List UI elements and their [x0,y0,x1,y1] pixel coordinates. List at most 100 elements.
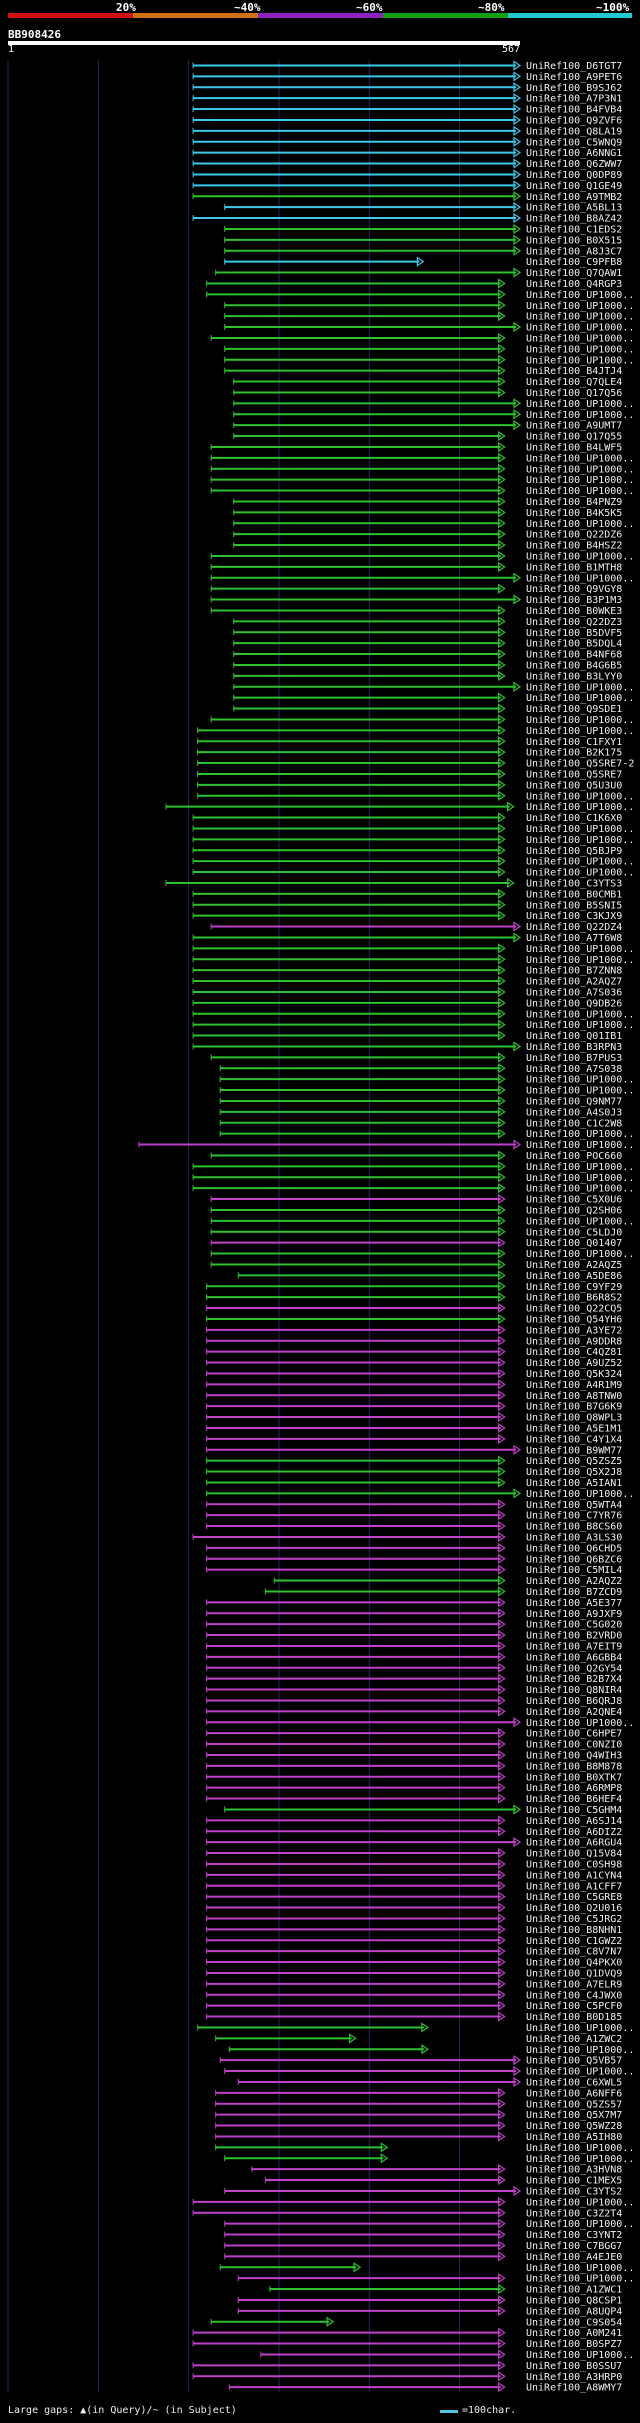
hit-label[interactable]: UniRef100_A8TNW0 [526,1391,622,1402]
hit-row[interactable]: UniRef100_B5SNI5 [192,899,622,911]
hit-row[interactable]: UniRef100_UP1000.. [210,452,634,464]
hit-label[interactable]: UniRef100_A9TMB2 [526,192,622,203]
hit-label[interactable]: UniRef100_A9UMT7 [526,421,622,432]
hit-row[interactable]: UniRef100_C5GHM4 [224,1804,623,1816]
hit-row[interactable]: UniRef100_B3LYY0 [233,670,623,682]
hit-row[interactable]: UniRef100_UP1000.. [192,1172,634,1184]
hit-label[interactable]: UniRef100_B8NHN1 [526,1925,622,1936]
hit-label[interactable]: UniRef100_UP1000.. [526,2274,634,2285]
hit-label[interactable]: UniRef100_UP1000.. [526,868,634,879]
hit-row[interactable]: UniRef100_A5E1M1 [206,1422,623,1434]
hit-label[interactable]: UniRef100_A6NNG1 [526,148,622,159]
hit-row[interactable]: UniRef100_Q2GY54 [206,1662,623,1674]
hit-row[interactable]: UniRef100_B3P1M3 [210,594,622,606]
hit-label[interactable]: UniRef100_UP1000.. [526,344,634,355]
hit-row[interactable]: UniRef100_UP1000.. [192,1183,634,1195]
hit-row[interactable]: UniRef100_B4FVB4 [192,103,622,116]
hit-label[interactable]: UniRef100_UP1000.. [526,333,634,344]
hit-label[interactable]: UniRef100_B7PUS3 [526,1053,622,1064]
hit-label[interactable]: UniRef100_A7EIT9 [526,1641,622,1652]
hit-row[interactable]: UniRef100_UP1000.. [210,463,634,475]
hit-row[interactable]: UniRef100_UP1000.. [197,790,635,802]
hit-label[interactable]: UniRef100_B2K175 [526,748,622,759]
hit-label[interactable]: UniRef100_C1GWZ2 [526,1936,622,1947]
hit-label[interactable]: UniRef100_UP1000.. [526,2197,634,2208]
hit-label[interactable]: UniRef100_C1EDS2 [526,224,622,235]
hit-row[interactable]: UniRef100_B7ZNN8 [192,965,622,977]
hit-row[interactable]: UniRef100_A9UMT7 [233,420,623,432]
hit-row[interactable]: UniRef100_Q5X2J8 [206,1466,623,1478]
hit-label[interactable]: UniRef100_UP1000.. [526,1184,634,1195]
hit-row[interactable]: UniRef100_Q5SRE7-2 [197,757,635,770]
hit-row[interactable]: UniRef100_Q9VGY8 [210,583,622,595]
hit-row[interactable]: UniRef100_Q01IB1 [192,1030,622,1042]
hit-label[interactable]: UniRef100_A7ELR9 [526,1979,622,1990]
hit-row[interactable]: UniRef100_C7YR76 [206,1510,623,1522]
hit-label[interactable]: UniRef100_UP1000.. [526,573,634,584]
hit-label[interactable]: UniRef100_B2B7X4 [526,1674,622,1685]
hit-row[interactable]: UniRef100_B5DQL4 [233,638,623,650]
hit-label[interactable]: UniRef100_Q54YH6 [526,1314,622,1325]
hit-row[interactable]: UniRef100_A6RMP8 [206,1782,623,1794]
hit-label[interactable]: UniRef100_UP1000.. [526,475,634,486]
hit-label[interactable]: UniRef100_Q1GE49 [526,181,622,192]
hit-row[interactable]: UniRef100_UP1000.. [224,343,635,355]
hit-label[interactable]: UniRef100_A5BL13 [526,203,622,214]
hit-row[interactable]: UniRef100_A5E377 [206,1597,623,1609]
hit-row[interactable]: UniRef100_C5LDJ0 [210,1226,622,1238]
hit-row[interactable]: UniRef100_UP1000.. [224,300,635,312]
hit-label[interactable]: UniRef100_Q5ZSZ5 [526,1456,622,1467]
hit-row[interactable]: UniRef100_B6HEF4 [206,1793,623,1805]
hit-row[interactable]: UniRef100_A7P3N1 [192,93,622,105]
hit-row[interactable]: UniRef100_A2QNE4 [206,1706,623,1718]
hit-label[interactable]: UniRef100_UP1000.. [526,791,634,802]
hit-label[interactable]: UniRef100_UP1000.. [526,323,634,334]
hit-row[interactable]: UniRef100_D6TGT7 [192,60,622,72]
hit-label[interactable]: UniRef100_Q8WPL3 [526,1413,622,1424]
hit-label[interactable]: UniRef100_A1CYN4 [526,1870,622,1881]
hit-row[interactable]: UniRef100_C3Z2T4 [192,2207,622,2219]
hit-row[interactable]: UniRef100_POC660 [210,1150,622,1162]
hit-label[interactable]: UniRef100_C7YR76 [526,1511,622,1522]
hit-label[interactable]: UniRef100_B3P1M3 [526,595,622,606]
hit-label[interactable]: UniRef100_A8J3C7 [526,246,622,257]
hit-label[interactable]: UniRef100_C7BGG7 [526,2241,622,2252]
hit-label[interactable]: UniRef100_UP1000.. [526,355,634,366]
hit-label[interactable]: UniRef100_C5JRG2 [526,1914,622,1925]
hit-row[interactable]: UniRef100_UP1000.. [224,354,635,366]
hit-row[interactable]: UniRef100_UP1000.. [210,474,634,486]
hit-label[interactable]: UniRef100_A9JXF9 [526,1609,622,1620]
hit-row[interactable]: UniRef100_Q5VB57 [219,2055,622,2067]
hit-row[interactable]: UniRef100_C9PFB8 [224,256,623,268]
hit-row[interactable]: UniRef100_Q7QAW1 [215,267,623,279]
hit-row[interactable]: UniRef100_C1C2W8 [219,1117,622,1129]
hit-row[interactable]: UniRef100_UP1000.. [206,289,635,301]
hit-row[interactable]: UniRef100_C3YNT2 [224,2229,623,2241]
hit-label[interactable]: UniRef100_UP1000.. [526,410,634,421]
hit-row[interactable]: UniRef100_B2VRD0 [206,1629,623,1642]
hit-row[interactable]: UniRef100_UP1000.. [192,856,634,868]
hit-row[interactable]: UniRef100_UP1000.. [192,1161,634,1173]
hit-row[interactable]: UniRef100_Q1DVQ9 [206,1967,623,1979]
hit-row[interactable]: UniRef100_A4R1M9 [206,1379,623,1391]
hit-label[interactable]: UniRef100_A7S038 [526,1064,622,1075]
hit-label[interactable]: UniRef100_Q5U3U0 [526,780,622,791]
hit-row[interactable]: UniRef100_A5IAN1 [206,1477,623,1489]
hit-row[interactable]: UniRef100_C3KJX9 [192,910,622,922]
hit-row[interactable]: UniRef100_C1EDS2 [224,223,623,235]
hit-row[interactable]: UniRef100_UP1000.. [233,409,635,421]
hit-row[interactable]: UniRef100_B6QRJ8 [206,1695,623,1707]
hit-row[interactable]: UniRef100_UP1000.. [260,2349,635,2361]
hit-row[interactable]: UniRef100_B0SSU7 [192,2360,622,2372]
hit-row[interactable]: UniRef100_A6SJ14 [206,1815,623,1827]
hit-label[interactable]: UniRef100_C5G020 [526,1620,622,1631]
hit-row[interactable]: UniRef100_B0WKE3 [210,605,622,617]
hit-row[interactable]: UniRef100_Q6BZC6 [206,1553,623,1565]
hit-row[interactable]: UniRef100_Q5X7M7 [215,2109,623,2121]
hit-row[interactable]: UniRef100_Q54YH6 [206,1313,623,1325]
hit-label[interactable]: UniRef100_A7S036 [526,987,622,998]
hit-row[interactable]: UniRef100_Q9DB26 [192,997,622,1009]
hit-label[interactable]: UniRef100_Q9VGY8 [526,584,622,595]
hit-label[interactable]: UniRef100_UP1000.. [526,1216,634,1227]
hit-row[interactable]: UniRef100_Q8NIR4 [206,1684,623,1696]
